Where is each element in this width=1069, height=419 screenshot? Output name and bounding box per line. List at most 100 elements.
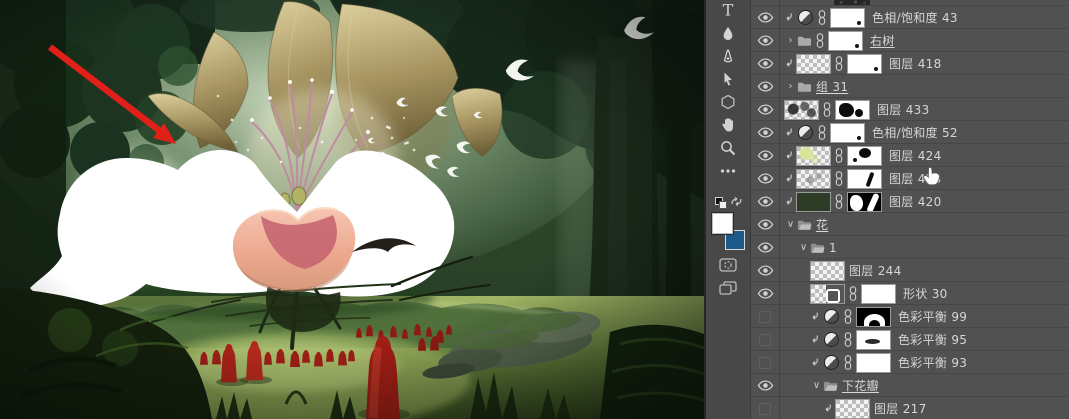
layer-row[interactable]: ∨ 下花瓣 bbox=[751, 374, 1069, 397]
layer-name[interactable]: 图层 244 bbox=[849, 262, 902, 279]
expand-chevron-icon[interactable]: › bbox=[784, 82, 797, 92]
layer-thumbnail[interactable] bbox=[810, 261, 845, 281]
collapse-chevron-icon[interactable]: ∨ bbox=[784, 220, 797, 230]
layer-row[interactable]: 图层 420 bbox=[751, 190, 1069, 213]
visibility-empty-box[interactable] bbox=[759, 334, 771, 346]
path-selection-tool-button[interactable] bbox=[716, 71, 740, 87]
layer-name[interactable]: 下花瓣 bbox=[842, 377, 879, 394]
visibility-toggle[interactable] bbox=[751, 259, 780, 282]
adjustment-layer-icon[interactable] bbox=[798, 10, 813, 25]
hand-tool-button[interactable] bbox=[716, 117, 740, 133]
type-tool-button[interactable]: T bbox=[716, 2, 740, 18]
visibility-empty-box[interactable] bbox=[759, 311, 771, 323]
canvas-image[interactable] bbox=[0, 0, 704, 419]
adjustment-layer-icon[interactable] bbox=[824, 332, 839, 347]
layer-name[interactable]: 色彩平衡 95 bbox=[898, 331, 967, 348]
layer-row[interactable]: 图层 217 bbox=[751, 397, 1069, 419]
layer-row[interactable]: 图层 418 bbox=[751, 52, 1069, 75]
adjustment-layer-icon[interactable] bbox=[824, 309, 839, 324]
layer-name[interactable]: 右树 bbox=[870, 32, 895, 49]
mask-thumbnail[interactable] bbox=[856, 353, 891, 373]
layer-thumbnail[interactable] bbox=[834, 0, 870, 5]
mask-thumbnail[interactable] bbox=[847, 192, 882, 212]
layer-row[interactable]: 图层 424 bbox=[751, 144, 1069, 167]
layer-row[interactable]: 图层 433 bbox=[751, 98, 1069, 121]
visibility-toggle[interactable] bbox=[751, 52, 780, 75]
visibility-toggle[interactable] bbox=[751, 374, 780, 397]
visibility-toggle[interactable] bbox=[751, 190, 780, 213]
mask-thumbnail[interactable] bbox=[847, 54, 882, 74]
layer-name[interactable]: 形状 30 bbox=[903, 285, 948, 302]
visibility-toggle[interactable] bbox=[751, 167, 780, 190]
visibility-toggle[interactable] bbox=[751, 397, 780, 419]
mask-thumbnail[interactable] bbox=[835, 100, 870, 120]
mask-thumbnail[interactable] bbox=[828, 31, 863, 51]
layer-row[interactable]: 色彩平衡 93 bbox=[751, 351, 1069, 374]
edit-toolbar-button[interactable] bbox=[716, 163, 740, 179]
layer-row[interactable]: 色相/饱和度 43 bbox=[751, 6, 1069, 29]
layer-thumbnail[interactable] bbox=[835, 399, 870, 419]
layer-name[interactable]: 图层 420 bbox=[889, 193, 942, 210]
visibility-toggle[interactable] bbox=[751, 213, 780, 236]
visibility-toggle[interactable] bbox=[751, 75, 780, 98]
layer-row[interactable]: › 右树 bbox=[751, 29, 1069, 52]
foreground-color-swatch[interactable] bbox=[711, 212, 734, 235]
mask-thumbnail[interactable] bbox=[856, 307, 891, 327]
layer-row[interactable]: 色彩平衡 99 bbox=[751, 305, 1069, 328]
mask-thumbnail[interactable] bbox=[847, 146, 882, 166]
visibility-toggle[interactable] bbox=[751, 29, 780, 52]
mask-thumbnail[interactable] bbox=[856, 330, 891, 350]
layer-row[interactable]: 图层 244 bbox=[751, 259, 1069, 282]
layer-row[interactable]: 色彩平衡 95 bbox=[751, 328, 1069, 351]
layer-name[interactable]: 1 bbox=[829, 241, 837, 255]
layer-thumbnail[interactable] bbox=[810, 284, 845, 304]
layer-thumbnail[interactable] bbox=[796, 146, 831, 166]
default-swap-colors[interactable] bbox=[713, 195, 743, 209]
layer-name[interactable]: 图层 424 bbox=[889, 147, 942, 164]
visibility-toggle[interactable] bbox=[751, 121, 780, 144]
visibility-toggle[interactable] bbox=[751, 328, 780, 351]
layer-name[interactable]: 花 bbox=[816, 216, 828, 233]
visibility-empty-box[interactable] bbox=[759, 357, 771, 369]
visibility-toggle[interactable] bbox=[751, 144, 780, 167]
layer-thumbnail[interactable] bbox=[796, 192, 831, 212]
visibility-empty-box[interactable] bbox=[759, 403, 771, 415]
visibility-toggle[interactable] bbox=[751, 236, 780, 259]
layer-name[interactable]: 组 31 bbox=[816, 78, 848, 95]
visibility-toggle[interactable] bbox=[751, 6, 780, 29]
layer-name[interactable]: 色彩平衡 99 bbox=[898, 308, 967, 325]
blur-tool-button[interactable] bbox=[716, 25, 740, 41]
swap-colors-icon[interactable] bbox=[730, 195, 743, 208]
layer-name[interactable]: 色彩平衡 93 bbox=[898, 354, 967, 371]
document-canvas[interactable] bbox=[0, 0, 704, 419]
adjustment-layer-icon[interactable] bbox=[824, 355, 839, 370]
layer-thumbnail[interactable] bbox=[784, 100, 819, 120]
layer-name[interactable]: 图层 423 bbox=[889, 170, 942, 187]
collapse-chevron-icon[interactable]: ∨ bbox=[810, 381, 823, 391]
screen-mode-button[interactable] bbox=[716, 280, 740, 296]
layer-thumbnail[interactable] bbox=[796, 169, 831, 189]
visibility-toggle[interactable] bbox=[751, 98, 780, 121]
quick-mask-button[interactable] bbox=[716, 257, 740, 273]
layer-row-partial[interactable] bbox=[751, 0, 1069, 6]
layer-row[interactable]: › 组 31 bbox=[751, 75, 1069, 98]
layer-name[interactable]: 色相/饱和度 43 bbox=[872, 9, 958, 26]
layer-row[interactable]: ∨花 bbox=[751, 213, 1069, 236]
mask-thumbnail[interactable] bbox=[847, 169, 882, 189]
layer-row[interactable]: ∨1 bbox=[751, 236, 1069, 259]
collapse-chevron-icon[interactable]: ∨ bbox=[797, 243, 810, 253]
zoom-tool-button[interactable] bbox=[716, 140, 740, 156]
layer-name[interactable]: 色相/饱和度 52 bbox=[872, 124, 958, 141]
layer-name[interactable]: 图层 433 bbox=[877, 101, 930, 118]
expand-chevron-icon[interactable]: › bbox=[784, 36, 797, 46]
pen-tool-button[interactable] bbox=[716, 48, 740, 64]
visibility-toggle[interactable] bbox=[751, 282, 780, 305]
layer-name[interactable]: 图层 418 bbox=[889, 55, 942, 72]
layer-row[interactable]: 图层 423 bbox=[751, 167, 1069, 190]
visibility-toggle[interactable] bbox=[751, 351, 780, 374]
layer-row[interactable]: 色相/饱和度 52 bbox=[751, 121, 1069, 144]
mask-thumbnail[interactable] bbox=[830, 8, 865, 28]
shape-tool-button[interactable] bbox=[716, 94, 740, 110]
layer-name[interactable]: 图层 217 bbox=[874, 400, 927, 417]
layer-thumbnail[interactable] bbox=[796, 54, 831, 74]
